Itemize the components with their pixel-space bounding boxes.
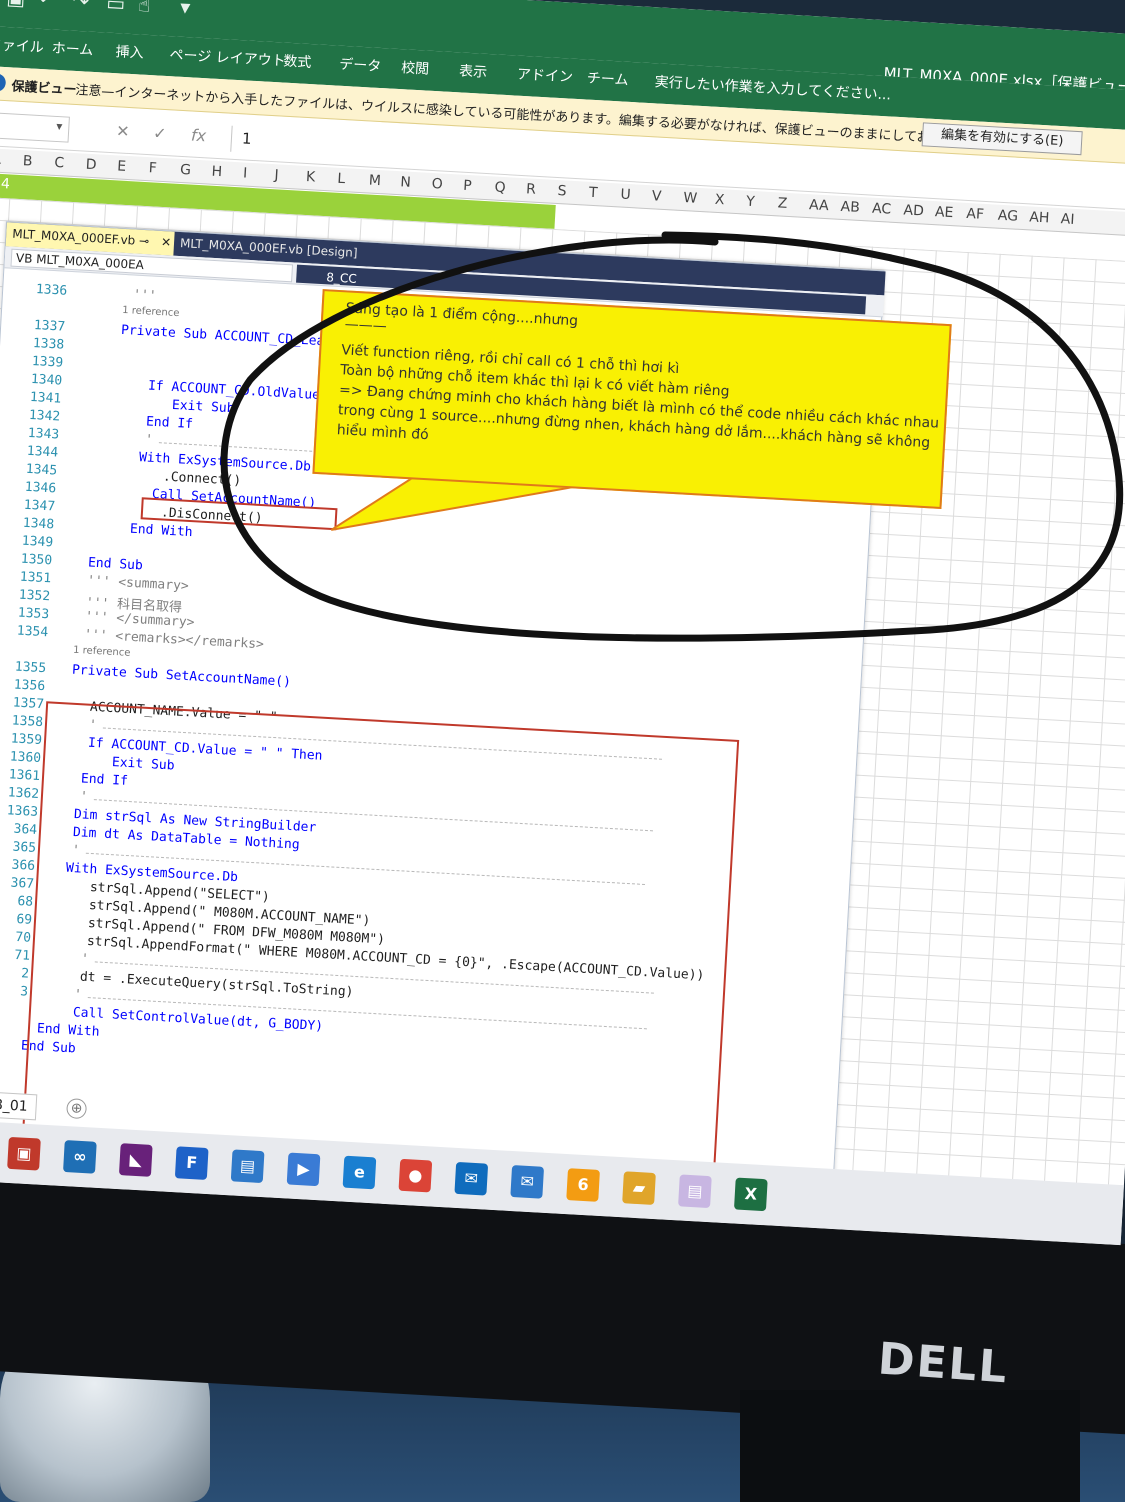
excel-icon[interactable]: X	[733, 1177, 768, 1212]
callout-separator: ———	[344, 316, 388, 335]
filezilla-icon[interactable]: F	[174, 1146, 209, 1180]
callout-line: hiểu mình đó	[336, 422, 430, 444]
monitor-stand	[740, 1390, 1080, 1502]
media-icon[interactable]: ▶	[286, 1152, 321, 1187]
outlook2-icon[interactable]: ✉	[510, 1165, 545, 1199]
remote-icon[interactable]: ▤	[230, 1149, 265, 1184]
six-icon[interactable]: 6	[566, 1168, 600, 1202]
photo-stage: DELL ▣ ↶ ↷ ▭ ☝ ▾ MLT_M0XA_000E.xlsx［保護ビュ…	[0, 0, 1125, 1502]
review-comment-callout: Sáng tạo là 1 điểm cộng....nhưng ——— Viế…	[312, 289, 952, 509]
visual-studio-icon[interactable]: ◣	[118, 1143, 153, 1177]
callout-pointer	[330, 473, 573, 531]
dell-logo: DELL	[876, 1333, 1011, 1394]
chrome-icon[interactable]: ●	[398, 1158, 433, 1193]
folder-icon[interactable]: ▰	[622, 1171, 656, 1205]
notepad-icon[interactable]: ▤	[678, 1174, 712, 1209]
infinity-icon[interactable]: ∞	[63, 1140, 97, 1174]
internet-explorer-icon[interactable]: e	[342, 1155, 377, 1190]
screen: ▣ ↶ ↷ ▭ ☝ ▾ MLT_M0XA_000E.xlsx［保護ビュー ファイ…	[0, 0, 1125, 1246]
outlook-icon[interactable]: ✉	[454, 1161, 489, 1196]
app-icon[interactable]: ▣	[7, 1136, 41, 1171]
